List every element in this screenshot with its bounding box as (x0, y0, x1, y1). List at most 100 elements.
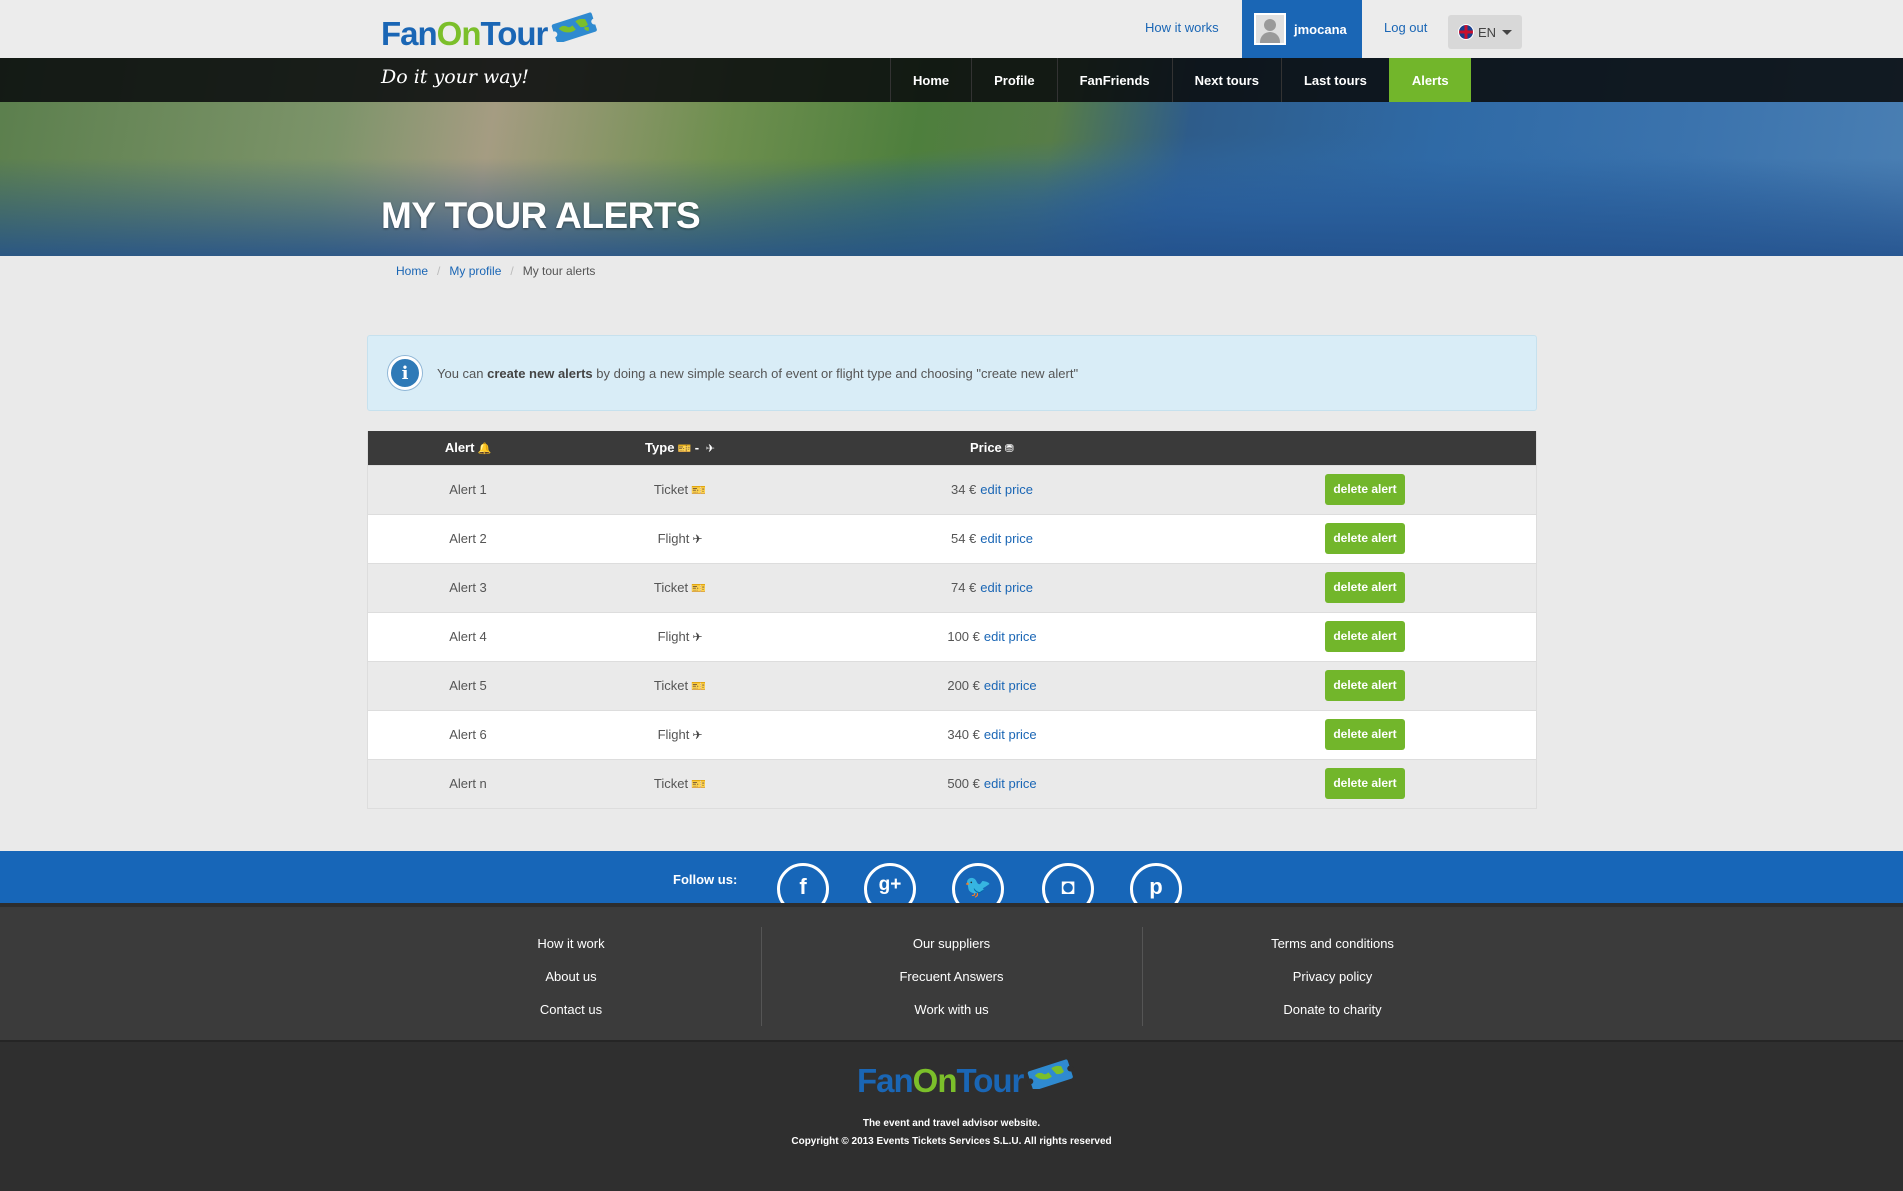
ticket-icon: 🎫 (691, 581, 707, 595)
plane-icon: ✈ (692, 728, 703, 742)
ticket-icon: 🎫 (691, 679, 707, 693)
edit-price-link[interactable]: edit price (984, 678, 1037, 693)
google-plus-icon[interactable]: g+ (864, 863, 916, 903)
follow-bar: Follow us: f g+ 🐦 ◘ p (0, 851, 1903, 903)
footer-link-our-suppliers[interactable]: Our suppliers (762, 927, 1141, 960)
footer-tagline: The event and travel advisor website. (862, 1118, 1041, 1129)
instagram-icon[interactable]: ◘ (1042, 863, 1094, 903)
language-label: EN (1478, 24, 1497, 40)
footer-link-donate[interactable]: Donate to charity (1143, 993, 1522, 1026)
ticket-icon: 🎫 (691, 777, 707, 791)
facebook-icon[interactable]: f (777, 863, 829, 903)
top-bar: FanOnTour How it works jmocana Log out E… (0, 0, 1903, 58)
plane-icon: ✈ (692, 532, 703, 546)
alert-type: Ticket 🎫 (653, 678, 707, 693)
delete-alert-button[interactable]: delete alert (1325, 474, 1405, 506)
alert-price: 500 € edit price (947, 776, 1037, 791)
follow-label: Follow us: (673, 872, 738, 887)
alert-name: Alert 4 (449, 629, 487, 644)
footer-links: How it work About us Contact us Our supp… (0, 903, 1903, 1040)
footer-link-faq[interactable]: Frecuent Answers (762, 960, 1141, 993)
delete-alert-button[interactable]: delete alert (1325, 719, 1405, 751)
alert-price: 54 € edit price (950, 531, 1034, 546)
edit-price-link[interactable]: edit price (980, 580, 1033, 595)
alert-type: Flight ✈ (657, 727, 703, 742)
info-alert: i You can create new alerts by doing a n… (367, 335, 1537, 411)
alert-name: Alert 3 (449, 580, 487, 595)
edit-price-link[interactable]: edit price (980, 482, 1033, 497)
table-header: Alert 🔔 Type 🎫 - ✈ Price ⛃ (368, 431, 1536, 465)
header-type: Type 🎫 - ✈ (645, 440, 715, 455)
nav-home[interactable]: Home (890, 58, 971, 102)
info-icon: i (388, 356, 422, 390)
delete-alert-button[interactable]: delete alert (1325, 670, 1405, 702)
how-it-works-link[interactable]: How it works (1145, 20, 1219, 35)
twitter-icon[interactable]: 🐦 (952, 863, 1004, 903)
language-selector[interactable]: EN (1448, 15, 1522, 49)
footer-link-terms[interactable]: Terms and conditions (1143, 927, 1522, 960)
breadcrumb-profile[interactable]: My profile (449, 264, 501, 278)
alert-type: Ticket 🎫 (653, 580, 707, 595)
edit-price-link[interactable]: edit price (984, 776, 1037, 791)
footer-copyright: Copyright © 2013 Events Tickets Services… (791, 1136, 1112, 1147)
avatar (1254, 13, 1286, 45)
user-menu[interactable]: jmocana (1242, 0, 1362, 58)
alert-type: Ticket 🎫 (653, 482, 707, 497)
alert-actions: delete alert (1192, 711, 1538, 759)
edit-price-link[interactable]: edit price (984, 629, 1037, 644)
info-text: You can create new alerts by doing a new… (437, 365, 1079, 381)
footer-bottom: FanOnTour The event and travel advisor w… (0, 1040, 1903, 1191)
delete-alert-button[interactable]: delete alert (1325, 572, 1405, 604)
breadcrumb-home[interactable]: Home (396, 264, 428, 278)
footer-col-3: Terms and conditions Privacy policy Dona… (1142, 927, 1522, 1026)
logout-link[interactable]: Log out (1384, 20, 1427, 35)
alerts-table: Alert 🔔 Type 🎫 - ✈ Price ⛃ Alert 1 Ticket 🎫 34… (367, 431, 1537, 809)
bell-icon: 🔔 (477, 443, 492, 455)
alert-actions: delete alert (1192, 613, 1538, 661)
pinterest-icon[interactable]: p (1130, 863, 1182, 903)
footer-link-work-with-us[interactable]: Work with us (762, 993, 1141, 1026)
ticket-map-icon (551, 12, 598, 42)
nav-last-tours[interactable]: Last tours (1280, 58, 1389, 102)
nav-fanfriends[interactable]: FanFriends (1056, 58, 1172, 102)
tagline: Do it your way! (381, 66, 529, 88)
delete-alert-button[interactable]: delete alert (1325, 523, 1405, 555)
footer-link-about-us[interactable]: About us (381, 960, 761, 993)
caret-down-icon (1502, 29, 1513, 35)
footer-link-privacy[interactable]: Privacy policy (1143, 960, 1522, 993)
alert-price: 34 € edit price (950, 482, 1034, 497)
edit-price-link[interactable]: edit price (984, 727, 1037, 742)
header-alert: Alert 🔔 (444, 440, 492, 455)
alert-actions: delete alert (1192, 564, 1538, 612)
delete-alert-button[interactable]: delete alert (1325, 768, 1405, 800)
breadcrumb-current: My tour alerts (522, 264, 596, 278)
alert-type: Flight ✈ (657, 531, 703, 546)
plane-icon: ✈ (705, 443, 715, 455)
footer-link-contact-us[interactable]: Contact us (381, 993, 761, 1026)
footer-col-2: Our suppliers Frecuent Answers Work with… (761, 927, 1141, 1026)
alert-name: Alert 6 (449, 727, 487, 742)
breadcrumb: Home / My profile / My tour alerts (396, 264, 595, 278)
alert-type: Ticket 🎫 (653, 776, 707, 791)
alert-actions: delete alert (1192, 466, 1538, 514)
table-row: Alert 1 Ticket 🎫 34 € edit price delete alert (368, 465, 1536, 514)
alert-name: Alert 2 (449, 531, 487, 546)
alert-name: Alert 1 (449, 482, 487, 497)
table-row: Alert 6 Flight ✈ 340 € edit price delete aler… (368, 710, 1536, 759)
edit-price-link[interactable]: edit price (980, 531, 1033, 546)
table-row: Alert n Ticket 🎫 500 € edit price delete aler… (368, 759, 1536, 808)
username: jmocana (1294, 21, 1347, 37)
alert-price: 200 € edit price (947, 678, 1037, 693)
breadcrumb-separator: / (510, 264, 514, 278)
table-row: Alert 2 Flight ✈ 54 € edit price delete alert (368, 514, 1536, 563)
page-title: MY TOUR ALERTS (381, 195, 701, 236)
nav-profile[interactable]: Profile (971, 58, 1056, 102)
footer-logo[interactable]: FanOnTour (857, 1059, 1075, 1100)
alert-price: 340 € edit price (947, 727, 1037, 742)
delete-alert-button[interactable]: delete alert (1325, 621, 1405, 653)
nav-alerts[interactable]: Alerts (1388, 58, 1471, 102)
logo[interactable]: FanOnTour (381, 12, 599, 54)
nav-next-tours[interactable]: Next tours (1171, 58, 1281, 102)
footer-link-how-it-work[interactable]: How it work (381, 927, 761, 960)
breadcrumb-separator: / (437, 264, 441, 278)
